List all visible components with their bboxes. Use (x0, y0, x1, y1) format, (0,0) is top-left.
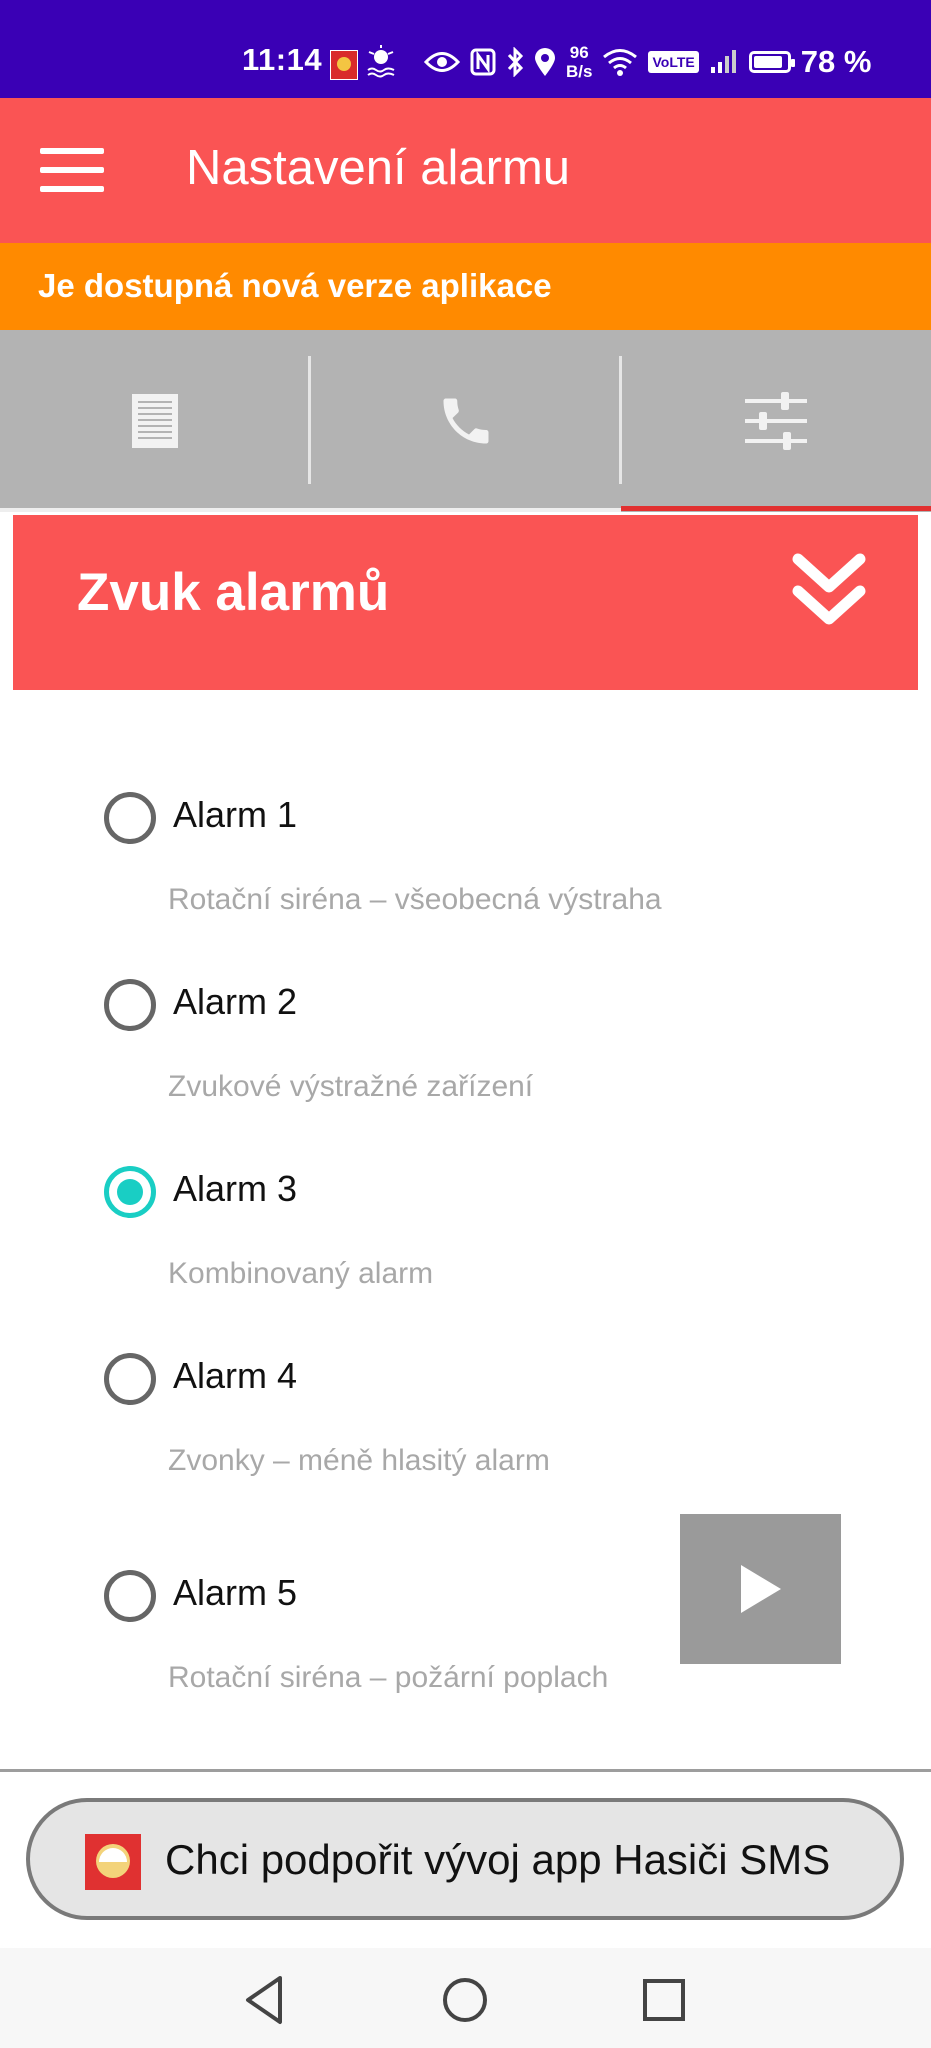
radio-description: Rotační siréna – požární poplach (168, 1661, 609, 1694)
phone-icon (443, 398, 489, 444)
status-time: 11:14 (242, 42, 323, 77)
battery-percent: 78 % (800, 44, 872, 79)
radio-description: Zvonky – méně hlasitý alarm (168, 1444, 550, 1477)
network-speed: 96 B/s (566, 43, 592, 81)
update-available-banner[interactable]: Je dostupná nová verze aplikace (0, 243, 931, 330)
tab-baseline (0, 508, 621, 512)
recents-icon[interactable] (636, 1972, 692, 2028)
alarm-icon (366, 44, 396, 85)
document-icon (132, 394, 178, 448)
radio-button[interactable] (104, 1353, 156, 1405)
wifi-icon (603, 49, 638, 76)
radio-description: Kombinovaný alarm (168, 1257, 434, 1290)
page-title: Nastavení alarmu (186, 141, 571, 195)
app-notification-icon (330, 50, 358, 80)
radio-button[interactable] (104, 1570, 156, 1622)
radio-label: Alarm 4 (173, 1355, 298, 1396)
radio-button[interactable] (104, 792, 156, 844)
update-banner-text: Je dostupná nová verze aplikace (38, 267, 552, 304)
double-chevron-down-icon (792, 553, 866, 625)
sliders-icon (745, 392, 807, 450)
home-icon[interactable] (437, 1972, 493, 2028)
tab-settings[interactable] (621, 330, 931, 512)
radio-label: Alarm 2 (173, 981, 298, 1022)
tab-bar (0, 330, 931, 512)
nfc-icon (470, 48, 496, 76)
radio-label: Alarm 5 (173, 1572, 298, 1613)
radio-label: Alarm 3 (173, 1168, 298, 1209)
battery-icon (748, 51, 795, 73)
status-bar: 11:14 96 B/s VoLTE 78 % (0, 0, 931, 98)
hamburger-menu-icon[interactable] (40, 148, 104, 192)
support-button-label: Chci podpořit vývoj app Hasiči SMS (165, 1836, 831, 1883)
tab-selected-indicator (621, 506, 931, 511)
alarm-sound-section-header[interactable]: Zvuk alarmů (13, 515, 918, 690)
radio-description: Zvukové výstražné zařízení (168, 1070, 534, 1103)
tab-log[interactable] (0, 330, 310, 512)
play-sound-button[interactable] (680, 1514, 841, 1664)
radio-button-checked[interactable] (104, 1166, 156, 1218)
section-title: Zvuk alarmů (77, 563, 390, 622)
app-bar: Nastavení alarmu (0, 98, 931, 243)
play-icon (740, 1565, 781, 1613)
speed-value: 96 (569, 43, 589, 62)
support-development-button[interactable]: Chci podpořit vývoj app Hasiči SMS (26, 1798, 904, 1920)
hasici-sms-logo-icon (85, 1834, 141, 1890)
radio-description: Rotační siréna – všeobecná výstraha (168, 883, 662, 916)
eye-icon (424, 52, 460, 72)
bluetooth-icon (507, 47, 524, 77)
radio-label: Alarm 1 (173, 794, 298, 835)
speed-unit: B/s (566, 62, 593, 81)
status-icons: 96 B/s VoLTE 78 % (424, 40, 871, 84)
tab-contacts[interactable] (311, 330, 621, 512)
volte-badge: VoLTE (648, 51, 699, 73)
system-navigation-bar (0, 1948, 931, 2048)
radio-button[interactable] (104, 979, 156, 1031)
bottom-divider (0, 1769, 931, 1772)
location-icon (535, 48, 555, 76)
signal-icon (710, 50, 736, 73)
back-icon[interactable] (238, 1972, 294, 2028)
